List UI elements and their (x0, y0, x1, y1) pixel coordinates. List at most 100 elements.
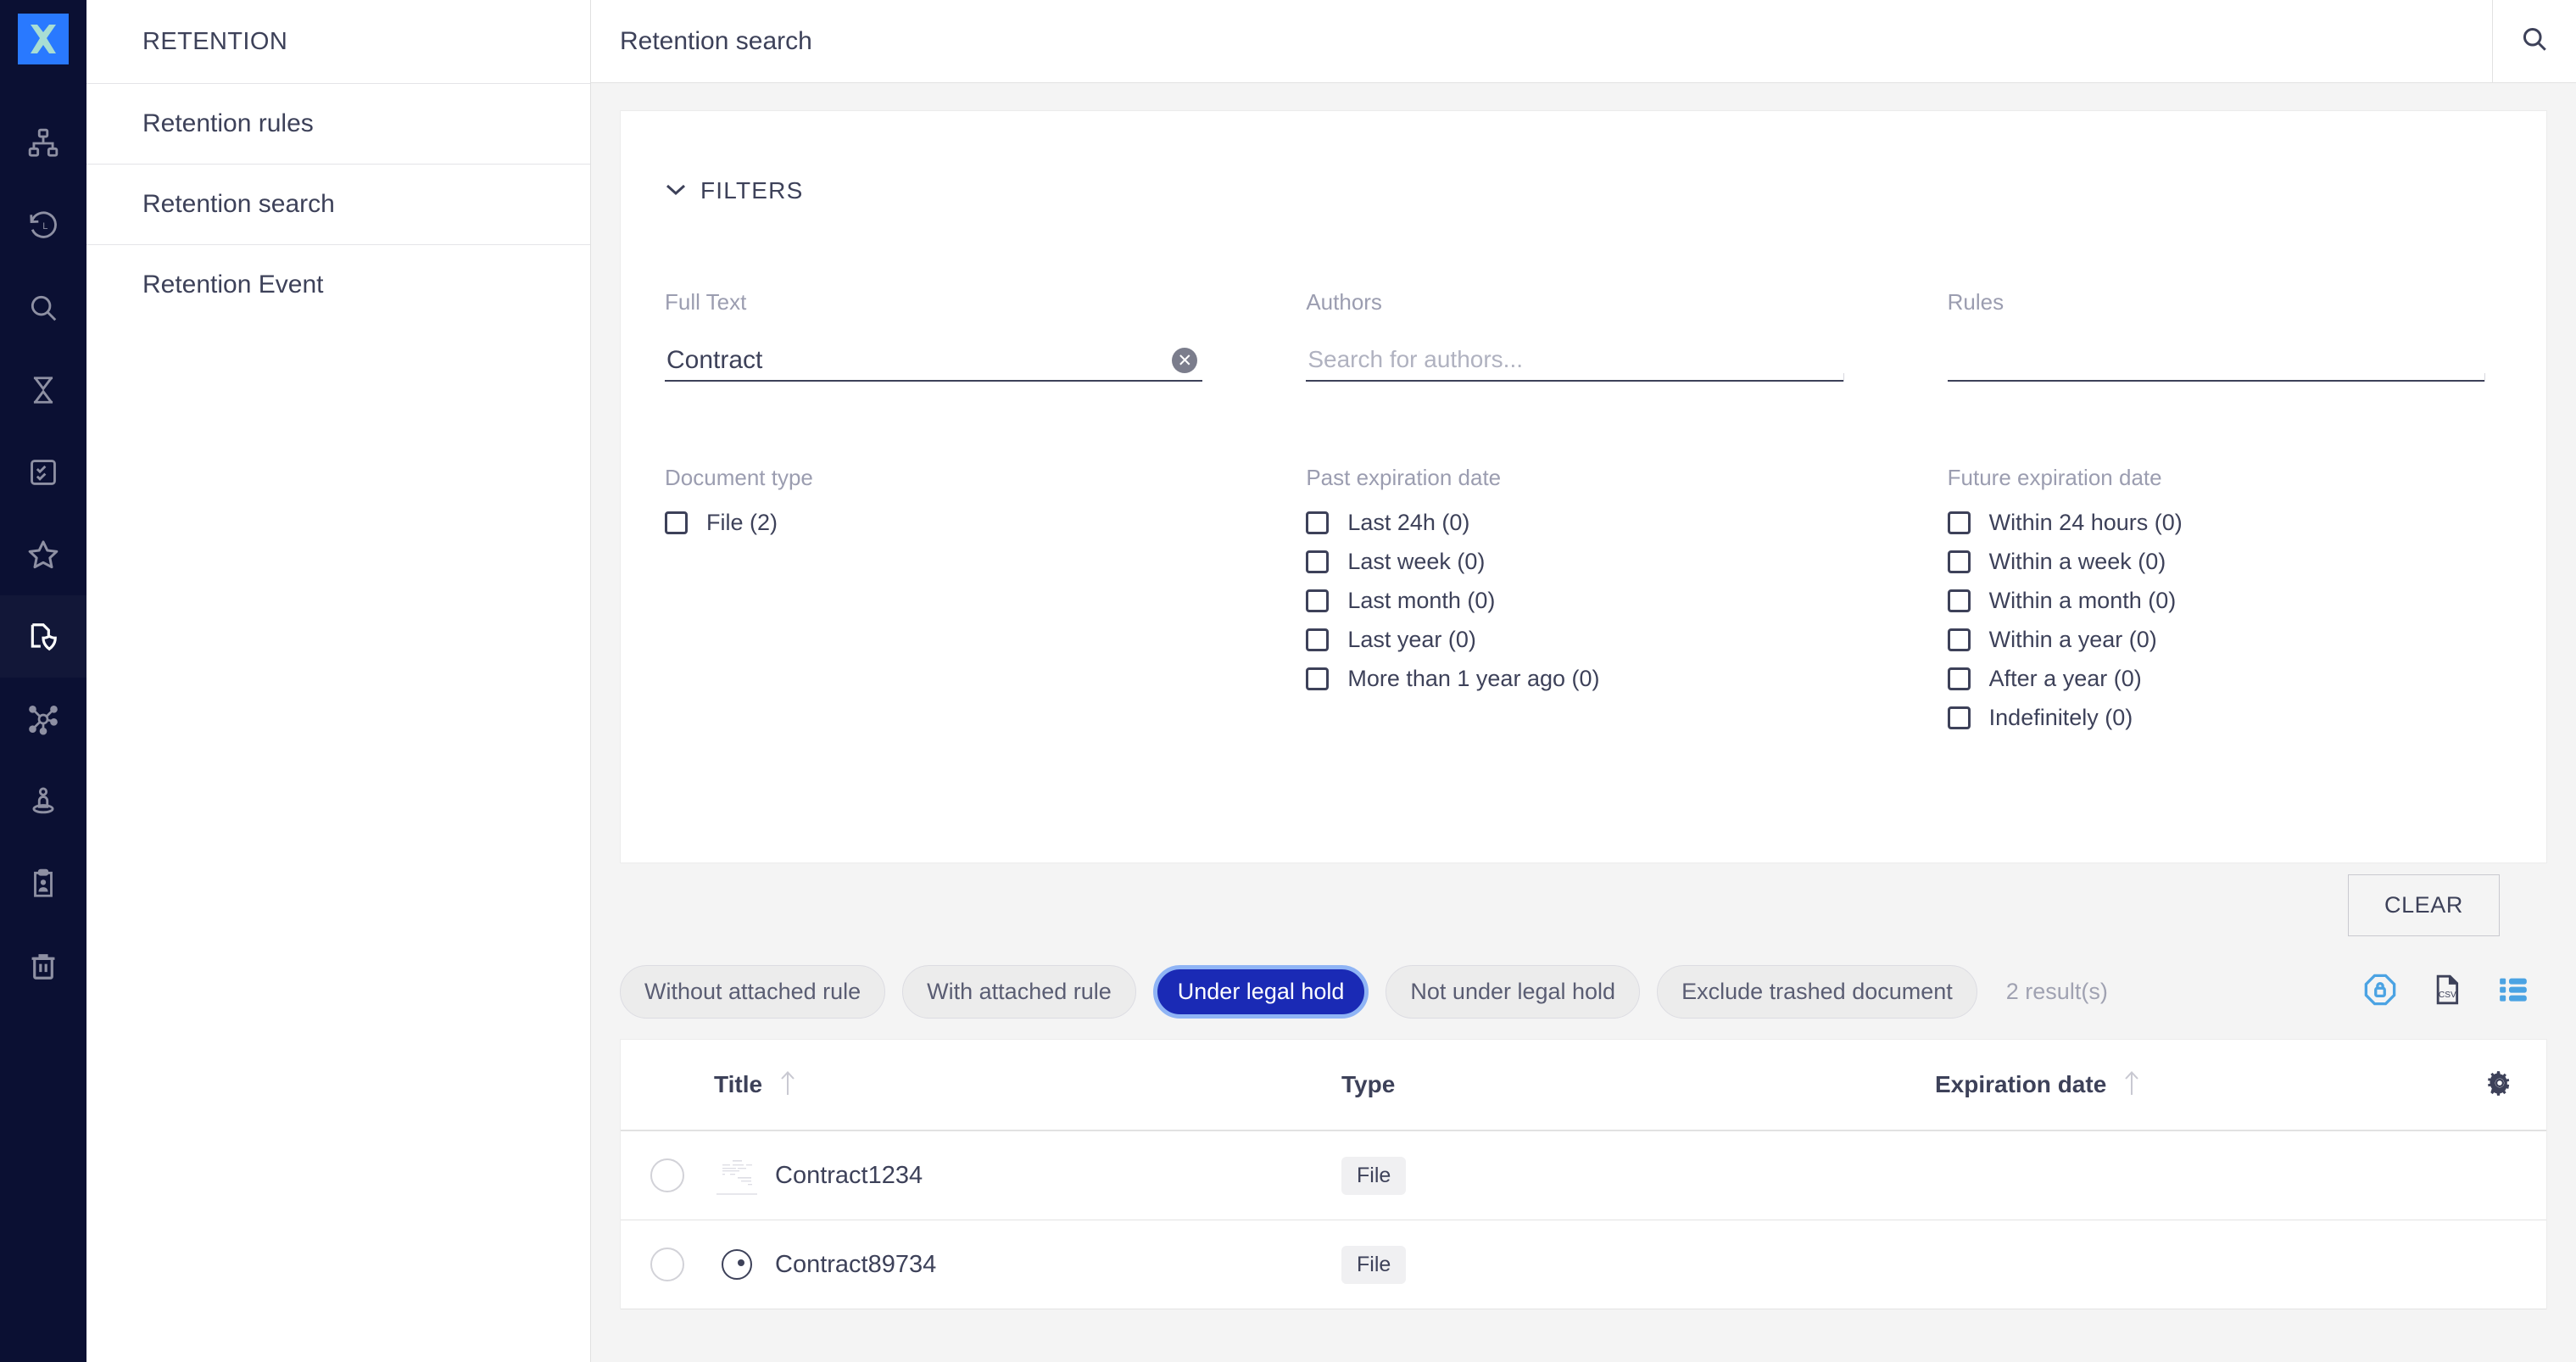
sidebar-item-retention-rules[interactable]: Retention rules (86, 83, 590, 164)
rail-item-search[interactable] (0, 266, 86, 349)
circle-dot-icon (714, 1242, 760, 1287)
chevron-down-icon (665, 182, 687, 200)
field-rules: Rules (1947, 289, 2485, 382)
rail-item-favorites[interactable] (0, 513, 86, 595)
table-row[interactable]: Contract89734 File (621, 1220, 2546, 1309)
sidebar-item-retention-search[interactable]: Retention search (86, 164, 590, 244)
row-type-cell: File (1341, 1156, 1935, 1195)
rules-label: Rules (1947, 289, 2004, 315)
filters-label: FILTERS (700, 177, 804, 204)
rail-item-trash[interactable] (0, 924, 86, 1007)
rail-item-records[interactable] (0, 842, 86, 924)
rail-item-history[interactable]: L (0, 184, 86, 266)
fulltext-input[interactable]: Contract ✕ (665, 334, 1203, 382)
history-icon: L (27, 209, 59, 242)
checkbox-file[interactable]: File (2) (665, 503, 1202, 542)
checkbox-box-icon (1947, 589, 1971, 612)
row-radio-button[interactable] (650, 1248, 684, 1281)
checkbox-box-icon (1947, 667, 1971, 690)
header-title-cell[interactable]: Title (714, 1069, 1341, 1102)
rail-item-checklist[interactable] (0, 431, 86, 513)
chip-not-under-legal-hold[interactable]: Not under legal hold (1386, 965, 1641, 1019)
filters-toggle[interactable]: FILTERS (621, 111, 2546, 204)
document-shield-icon (27, 621, 59, 653)
star-icon (26, 538, 60, 572)
checkbox-last-year[interactable]: Last year (0) (1306, 620, 1843, 659)
app-logo[interactable] (18, 14, 69, 64)
rules-input[interactable] (1947, 334, 2485, 382)
chip-without-attached-rule[interactable]: Without attached rule (620, 965, 886, 1019)
clear-filters-button[interactable]: CLEAR (2347, 874, 2500, 936)
checkbox-box-icon (1947, 706, 1971, 729)
sidebar-item-retention-event[interactable]: Retention Event (86, 244, 590, 325)
row-select-cell (621, 1248, 714, 1281)
csv-export-button[interactable]: CSV (2430, 973, 2464, 1011)
chip-exclude-trashed-document[interactable]: Exclude trashed document (1657, 965, 1977, 1019)
chip-with-attached-rule[interactable]: With attached rule (902, 965, 1136, 1019)
checkbox-within-a-month[interactable]: Within a month (0) (1947, 581, 2485, 620)
legal-hold-button[interactable] (2362, 972, 2398, 1012)
rail-item-hierarchy[interactable] (0, 102, 86, 184)
sort-ascending-icon[interactable] (778, 1069, 798, 1102)
checkbox-last-week[interactable]: Last week (0) (1306, 542, 1843, 581)
checkbox-last-month[interactable]: Last month (0) (1306, 581, 1843, 620)
checkbox-label: Last month (0) (1347, 587, 1496, 613)
filter-fields-grid: Full Text Contract ✕ Authors Search for … (621, 204, 2546, 382)
row-radio-button[interactable] (650, 1158, 684, 1192)
group-future-expiration: Future expiration date Within 24 hours (… (1947, 465, 2485, 737)
checkbox-label: File (2) (706, 509, 778, 535)
svg-text:CSV: CSV (2439, 991, 2456, 1000)
document-preview-icon (714, 1153, 760, 1198)
table-settings-button[interactable] (2453, 1069, 2546, 1101)
rail-item-hourglass[interactable] (0, 349, 86, 431)
rail-item-retention[interactable] (0, 595, 86, 678)
header-type-cell[interactable]: Type (1341, 1071, 1935, 1098)
main-area: Retention search FILTERS Full Text Contr… (591, 0, 2576, 1362)
clear-fulltext-icon[interactable]: ✕ (1172, 348, 1198, 373)
checkbox-label: More than 1 year ago (0) (1347, 665, 1600, 691)
checkbox-indefinitely[interactable]: Indefinitely (0) (1947, 698, 2485, 737)
checkbox-after-a-year[interactable]: After a year (0) (1947, 659, 2485, 698)
checkbox-within-24-hours[interactable]: Within 24 hours (0) (1947, 503, 2485, 542)
checkbox-box-icon (1947, 550, 1971, 573)
checkbox-within-a-year[interactable]: Within a year (0) (1947, 620, 2485, 659)
column-header-expiration-date: Expiration date (1935, 1071, 2107, 1097)
header-expiration-cell[interactable]: Expiration date (1935, 1069, 2453, 1102)
filters-action-bar: CLEAR (620, 863, 2547, 946)
filters-panel: FILTERS Full Text Contract ✕ Authors Sea… (620, 110, 2547, 863)
rail-item-network[interactable] (0, 678, 86, 760)
field-fulltext: Full Text Contract ✕ (665, 289, 1203, 382)
legal-hold-icon (2362, 972, 2398, 1012)
table-row[interactable]: Contract1234 File (621, 1131, 2546, 1220)
checkbox-box-icon (1306, 667, 1330, 690)
sidebar-item-label: Retention rules (142, 109, 314, 137)
list-view-button[interactable] (2496, 973, 2530, 1011)
sort-ascending-icon[interactable] (2122, 1069, 2142, 1102)
checkbox-last-24h[interactable]: Last 24h (0) (1306, 503, 1843, 542)
hourglass-icon (27, 374, 59, 406)
authors-label: Authors (1306, 289, 1382, 315)
sidebar: RETENTION Retention rules Retention sear… (86, 0, 591, 1362)
content-area: FILTERS Full Text Contract ✕ Authors Sea… (591, 83, 2576, 1362)
chip-under-legal-hold[interactable]: Under legal hold (1152, 965, 1369, 1019)
global-search-button[interactable] (2493, 0, 2576, 83)
checkbox-within-a-week[interactable]: Within a week (0) (1947, 542, 2485, 581)
checkbox-box-icon (1306, 628, 1330, 651)
checkbox-label: Last 24h (0) (1347, 509, 1470, 535)
checkbox-more-than-1-year-ago[interactable]: More than 1 year ago (0) (1306, 659, 1843, 698)
checkbox-label: Within a month (0) (1988, 587, 2177, 613)
result-actions: CSV (2362, 972, 2547, 1012)
quick-filter-chips: Without attached rule With attached rule… (620, 946, 2547, 1039)
row-title-cell: Contract1234 (714, 1153, 1341, 1198)
column-header-title: Title (714, 1071, 763, 1097)
filters-bottom-spacer (621, 737, 2546, 862)
fulltext-value: Contract (666, 346, 763, 374)
authors-input[interactable]: Search for authors... (1306, 334, 1844, 382)
checkbox-box-icon (1947, 628, 1971, 651)
checkbox-box-icon (1947, 511, 1971, 534)
group-past-expiration: Past expiration date Last 24h (0) Last w… (1306, 465, 1843, 737)
checkbox-label: Within a year (0) (1988, 626, 2157, 652)
filter-checkbox-grid: Document type File (2) Past expiration d… (621, 382, 2546, 737)
rail-item-person[interactable] (0, 760, 86, 842)
checkbox-label: Within 24 hours (0) (1988, 509, 2183, 535)
